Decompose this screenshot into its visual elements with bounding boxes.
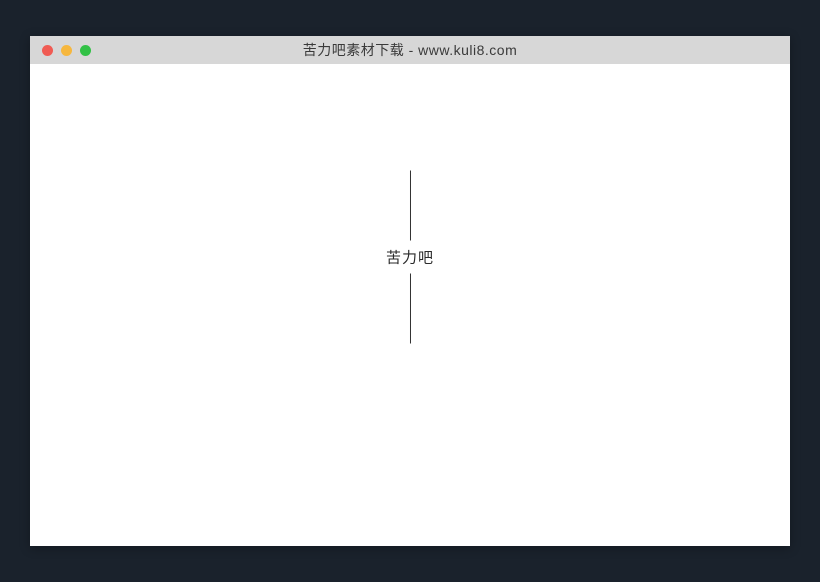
center-label: 苦力吧	[386, 240, 434, 273]
vertical-line-bottom	[409, 273, 410, 343]
maximize-icon[interactable]	[80, 45, 91, 56]
center-decoration: 苦力吧	[386, 170, 434, 343]
window-title: 苦力吧素材下载 - www.kuli8.com	[303, 40, 518, 60]
titlebar: 苦力吧素材下载 - www.kuli8.com	[30, 36, 790, 64]
app-window: 苦力吧素材下载 - www.kuli8.com 苦力吧	[30, 36, 790, 546]
content-area: 苦力吧	[30, 64, 790, 546]
minimize-icon[interactable]	[61, 45, 72, 56]
vertical-line-top	[409, 170, 410, 240]
close-icon[interactable]	[42, 45, 53, 56]
traffic-lights	[30, 45, 91, 56]
